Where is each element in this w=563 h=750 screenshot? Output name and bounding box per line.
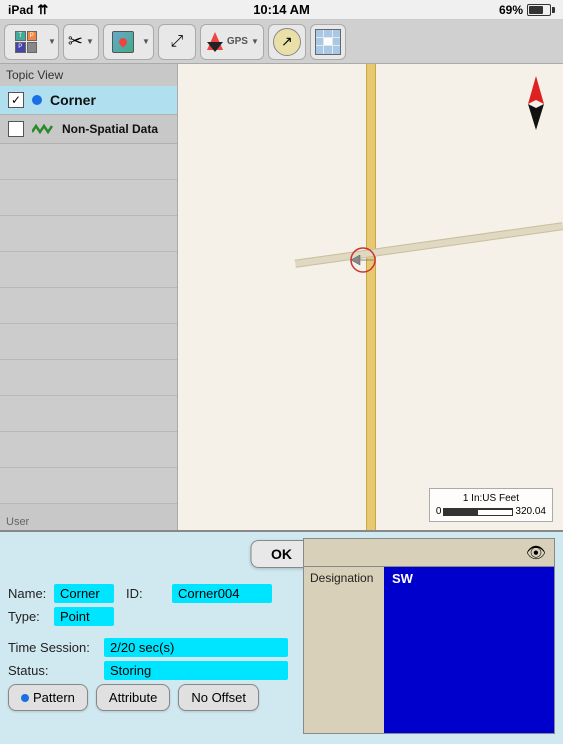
panel-row-7 <box>0 360 177 396</box>
battery-icon <box>527 4 555 16</box>
scale-right: 320.04 <box>515 506 546 517</box>
panel-row-3 <box>0 216 177 252</box>
gps-chevron: ▼ <box>251 37 259 46</box>
scissors-chevron: ▼ <box>86 37 94 46</box>
wifi-icon: ⇈ <box>37 2 48 18</box>
form-area: Name: Corner ID: Corner004 Type: Point T… <box>8 538 288 738</box>
attribute-label: Attribute <box>109 690 157 705</box>
bottom-panel: OK Name: Corner ID: Corner004 Type: Poin… <box>0 530 563 744</box>
panel-row-6 <box>0 324 177 360</box>
type-row: Type: Point <box>8 607 288 626</box>
topic-item-nonspatial[interactable]: Non-Spatial Data <box>0 115 177 144</box>
left-panel-empty-rows <box>0 144 177 514</box>
route-icon: ↗ <box>281 33 293 50</box>
corner-dot-icon <box>32 95 42 105</box>
map-cursor <box>348 245 378 275</box>
attribute-button[interactable]: Attribute <box>96 684 170 711</box>
topic-view-label: Topic View <box>0 64 177 86</box>
toolbar: T P P ▼ ✂ ▼ ▼ ⤢ GPS <box>0 20 563 64</box>
designation-value[interactable]: SW <box>384 567 554 733</box>
pattern-dot-icon <box>21 694 29 702</box>
panel-row-8 <box>0 396 177 432</box>
right-panel-row: Designation SW <box>304 567 554 733</box>
name-id-row: Name: Corner ID: Corner004 <box>8 584 288 603</box>
id-label: ID: <box>126 586 166 601</box>
panel-row-2 <box>0 180 177 216</box>
right-panel: 👁 Designation SW <box>303 538 555 734</box>
route-button[interactable]: ↗ <box>268 24 306 60</box>
eye-icon[interactable]: 👁 <box>526 543 546 563</box>
bottom-buttons: Pattern Attribute No Offset <box>8 684 288 711</box>
panel-row-5 <box>0 288 177 324</box>
panel-row-1 <box>0 144 177 180</box>
corner-checkbox[interactable] <box>8 92 24 108</box>
status-label: Status: <box>8 663 98 678</box>
status-bar: iPad ⇈ 10:14 AM 69% <box>0 0 563 20</box>
scissors-icon: ✂ <box>68 31 83 52</box>
status-bar-right: 69% <box>499 3 555 17</box>
type-value[interactable]: Point <box>54 607 114 626</box>
name-label: Name: <box>8 586 48 601</box>
scale-text: 1 In:US Feet <box>436 493 546 504</box>
status-bar-left: iPad ⇈ <box>8 2 48 18</box>
pattern-label: Pattern <box>33 690 75 705</box>
topic-item-corner[interactable]: Corner <box>0 86 177 115</box>
layers-chevron: ▼ <box>48 37 56 46</box>
scale-line: 0 320.04 <box>436 506 546 517</box>
panel-row-9 <box>0 432 177 468</box>
nonspatial-icon <box>32 122 54 136</box>
corner-label: Corner <box>50 92 96 108</box>
panel-row-10 <box>0 468 177 504</box>
road-vertical <box>366 64 376 530</box>
layers-button[interactable]: T P P ▼ <box>4 24 59 60</box>
right-panel-header: 👁 <box>304 539 554 567</box>
nonspatial-checkbox[interactable] <box>8 121 24 137</box>
designation-label: Designation <box>304 567 384 733</box>
time-session-row: Time Session: 2/20 sec(s) <box>8 638 288 657</box>
road-horizontal <box>294 222 562 267</box>
grid-button[interactable] <box>310 24 346 60</box>
name-value[interactable]: Corner <box>54 584 114 603</box>
gps-label: GPS <box>227 36 248 47</box>
type-label: Type: <box>8 609 48 624</box>
time-session-value[interactable]: 2/20 sec(s) <box>104 638 288 657</box>
time-display: 10:14 AM <box>253 2 310 17</box>
battery-percent: 69% <box>499 3 523 17</box>
main-area: Topic View Corner Non-Spatial Data <box>0 64 563 530</box>
panel-row-4 <box>0 252 177 288</box>
map-chevron: ▼ <box>142 37 150 46</box>
time-session-label: Time Session: <box>8 640 98 655</box>
expand-button[interactable]: ⤢ <box>158 24 196 60</box>
no-offset-label: No Offset <box>191 690 246 705</box>
id-value[interactable]: Corner004 <box>172 584 272 603</box>
spacer <box>8 630 288 638</box>
north-arrow <box>524 74 548 134</box>
scissors-button[interactable]: ✂ ▼ <box>63 24 99 60</box>
status-value[interactable]: Storing <box>104 661 288 680</box>
device-label: iPad <box>8 3 33 17</box>
user-label: User <box>0 514 177 530</box>
status-row: Status: Storing <box>8 661 288 680</box>
scale-bar: 1 In:US Feet 0 320.04 <box>429 488 553 522</box>
gps-button[interactable]: GPS ▼ <box>200 24 264 60</box>
no-offset-button[interactable]: No Offset <box>178 684 259 711</box>
pattern-button[interactable]: Pattern <box>8 684 88 711</box>
scale-left: 0 <box>436 506 442 517</box>
nonspatial-label: Non-Spatial Data <box>62 122 158 136</box>
expand-icon: ⤢ <box>170 33 183 51</box>
map-area[interactable]: 1 In:US Feet 0 320.04 <box>178 64 563 530</box>
left-panel: Topic View Corner Non-Spatial Data <box>0 64 178 530</box>
map-button[interactable]: ▼ <box>103 24 154 60</box>
